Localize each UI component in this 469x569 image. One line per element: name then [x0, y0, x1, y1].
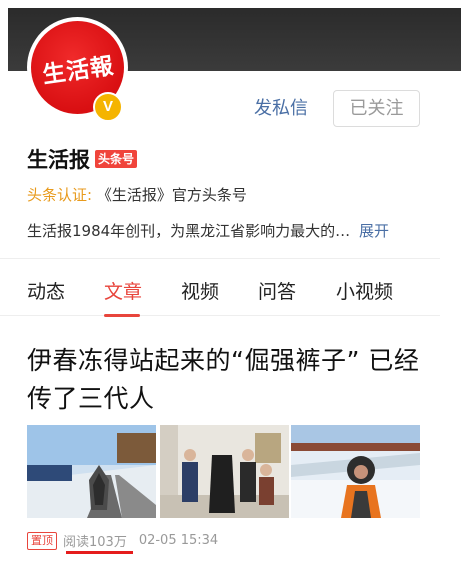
- tab-videos[interactable]: 视频: [181, 277, 219, 304]
- following-button[interactable]: 已关注: [333, 90, 420, 127]
- article-meta: 置顶 阅读103万 02-05 15:34: [27, 531, 218, 550]
- content-tabs: 动态 文章 视频 问答 小视频: [0, 258, 440, 317]
- tab-qa[interactable]: 问答: [258, 277, 296, 304]
- send-message-button[interactable]: 发私信: [249, 93, 313, 125]
- tab-dynamics[interactable]: 动态: [27, 277, 65, 304]
- expand-bio-link[interactable]: 展开: [359, 222, 389, 240]
- verification-row: 头条认证: 《生活报》官方头条号: [27, 184, 247, 205]
- bio-text: 生活报1984年创刊，为黑龙江省影响力最大的…: [27, 222, 351, 240]
- tab-articles[interactable]: 文章: [104, 277, 142, 304]
- article-thumbnail-2[interactable]: [160, 425, 289, 518]
- active-tab-indicator: [104, 314, 140, 317]
- logo-text: 生活報: [40, 51, 116, 89]
- pinned-badge: 置顶: [27, 531, 57, 550]
- verification-label: 头条认证:: [27, 186, 93, 204]
- read-count-highlight: [66, 551, 133, 554]
- publish-time: 02-05 15:34: [138, 533, 219, 548]
- verification-text: 《生活报》官方头条号: [96, 186, 247, 204]
- read-count: 阅读103万: [63, 535, 127, 550]
- account-name-row: 生活报 头条号: [27, 144, 138, 174]
- bio-row: 生活报1984年创刊，为黑龙江省影响力最大的… 展开: [27, 220, 447, 241]
- account-name: 生活报: [27, 148, 90, 172]
- account-type-badge: 头条号: [95, 150, 138, 168]
- profile-page: 生活報 V 发私信 已关注 生活报 头条号 头条认证: 《生活报》官方头条号 生…: [0, 0, 469, 569]
- article-thumbnail-1[interactable]: [27, 425, 156, 518]
- article-title[interactable]: 伊春冻得站起来的“倔强裤子” 已经传了三代人: [27, 342, 437, 418]
- verified-badge-icon: V: [93, 92, 123, 122]
- tab-short-videos[interactable]: 小视频: [336, 277, 393, 304]
- article-thumbnail-3[interactable]: [291, 425, 420, 518]
